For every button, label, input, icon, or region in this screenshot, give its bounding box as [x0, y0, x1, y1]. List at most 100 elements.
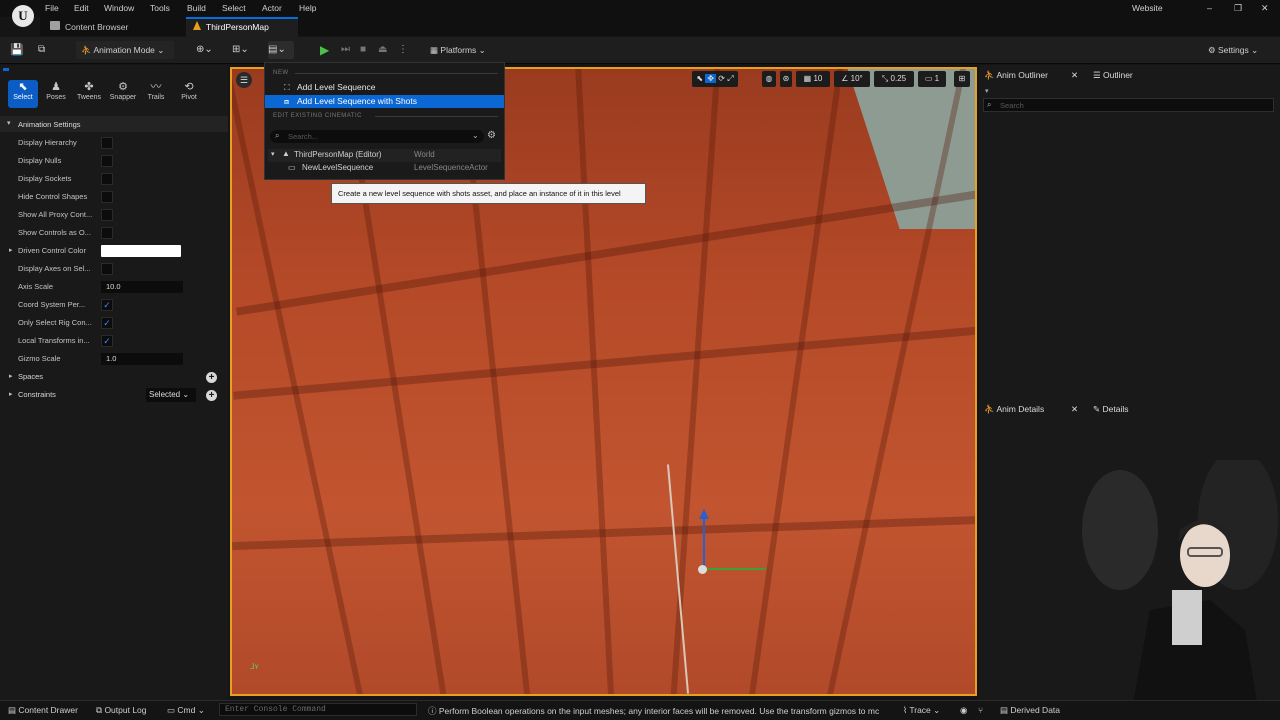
- scale-snap[interactable]: ⤡ 0.25: [874, 71, 914, 87]
- gizmo-scale-input[interactable]: 1.0: [101, 353, 183, 365]
- container-rib: [747, 69, 843, 694]
- outliner-search-input[interactable]: ⌕ Search: [983, 98, 1274, 112]
- setting-show-all-proxy: Show All Proxy Cont...: [0, 206, 228, 224]
- camera-speed[interactable]: ▭ 1: [918, 71, 946, 87]
- tool-label: Poses: [46, 94, 66, 101]
- menu-select[interactable]: Select: [222, 3, 246, 13]
- tab-outliner[interactable]: ☰ Outliner: [1093, 66, 1133, 85]
- angle-snap[interactable]: ∠ 10°: [834, 71, 870, 87]
- tool-poses[interactable]: ♟ Poses: [41, 80, 71, 108]
- tree-row-world[interactable]: ▾ ▲ ThirdPersonMap (Editor) World: [268, 149, 501, 162]
- browse-icon[interactable]: ⧉: [38, 41, 52, 59]
- world-icon[interactable]: ◍: [762, 71, 776, 87]
- add-level-sequence-item[interactable]: ⛶ Add Level Sequence: [265, 81, 504, 94]
- maximize-button[interactable]: ❐: [1234, 3, 1242, 14]
- checkbox[interactable]: [101, 263, 113, 275]
- eject-icon[interactable]: ⏏: [378, 41, 392, 59]
- platforms-button[interactable]: ▦ Platforms ⌄: [430, 41, 500, 59]
- setting-only-select-rig: Only Select Rig Con... ✓: [0, 314, 228, 332]
- cmd-button[interactable]: ▭ Cmd ⌄: [167, 705, 205, 716]
- trace-button[interactable]: ⌇ Trace ⌄: [903, 705, 940, 716]
- checkbox[interactable]: [101, 155, 113, 167]
- add-actor-icon[interactable]: ⊕⌄: [196, 41, 216, 59]
- checkbox[interactable]: [101, 173, 113, 185]
- add-space-icon[interactable]: +: [206, 372, 217, 383]
- play-icon[interactable]: ▶: [320, 41, 334, 59]
- cinematic-search-input[interactable]: ⌕ Search... ⌄: [270, 130, 484, 143]
- step-icon[interactable]: ⏭: [341, 41, 355, 59]
- tool-trails[interactable]: 〰 Trails: [141, 80, 171, 108]
- axis-scale-input[interactable]: 10.0: [101, 281, 183, 293]
- animation-settings-header[interactable]: ▾ Animation Settings: [0, 116, 228, 132]
- tool-snapper[interactable]: ⚙ Snapper: [108, 80, 138, 108]
- tool-select[interactable]: ⬉ Select: [8, 80, 38, 108]
- select-mode-icon[interactable]: ⬉: [696, 74, 703, 83]
- gear-icon[interactable]: ⚙: [487, 130, 496, 141]
- setting-display-axes: Display Axes on Sel...: [0, 260, 228, 278]
- blueprint-icon[interactable]: ⊞⌄: [232, 41, 254, 59]
- setting-label: Axis Scale: [18, 282, 54, 291]
- tab-anim-details[interactable]: ⛹ Anim Details: [984, 400, 1044, 419]
- more-icon[interactable]: ⋮: [398, 41, 408, 59]
- mode-selector[interactable]: ⛹ Animation Mode ⌄: [76, 41, 174, 59]
- checkbox[interactable]: [101, 137, 113, 149]
- gizmo-center[interactable]: [698, 565, 707, 574]
- checkbox[interactable]: ✓: [101, 299, 113, 311]
- tree-row-sequence[interactable]: ▭ NewLevelSequence LevelSequenceActor: [268, 162, 501, 175]
- tool-pivot[interactable]: ⟲ Pivot: [174, 80, 204, 108]
- derived-data-button[interactable]: ▤ Derived Data: [1000, 705, 1062, 716]
- tab-anim-outliner[interactable]: ⛹ Anim Outliner: [984, 66, 1048, 85]
- menu-edit[interactable]: Edit: [74, 3, 89, 13]
- stop-icon[interactable]: ■: [360, 41, 374, 59]
- console-input[interactable]: Enter Console Command: [219, 703, 417, 716]
- constraints-dropdown[interactable]: Selected ⌄: [146, 388, 196, 402]
- move-icon[interactable]: ✥: [705, 74, 717, 83]
- color-swatch[interactable]: [101, 245, 181, 257]
- minimize-button[interactable]: –: [1207, 3, 1212, 13]
- revision-icon[interactable]: ⑂: [978, 705, 983, 715]
- menu-actor[interactable]: Actor: [262, 3, 282, 13]
- content-drawer-button[interactable]: ▤ Content Drawer: [8, 705, 78, 716]
- add-constraint-icon[interactable]: +: [206, 390, 217, 401]
- chevron-down-icon: ⌄: [195, 705, 205, 715]
- checkbox[interactable]: [101, 191, 113, 203]
- tab-details[interactable]: ✎ Details: [1093, 400, 1128, 419]
- sequence-icon: ⛶: [284, 83, 290, 92]
- record-icon[interactable]: ◉: [960, 705, 967, 716]
- menu-file[interactable]: File: [45, 3, 59, 13]
- add-level-sequence-shots-item[interactable]: ⧈ Add Level Sequence with Shots: [265, 95, 504, 108]
- menu-build[interactable]: Build: [187, 3, 206, 13]
- close-window-button[interactable]: ✕: [1261, 3, 1269, 14]
- chevron-down-icon[interactable]: ▾: [985, 87, 989, 95]
- menu-help[interactable]: Help: [299, 3, 316, 13]
- grid-snap[interactable]: ▦ 10: [796, 71, 830, 87]
- surface-snap-icon[interactable]: ⊛: [780, 71, 792, 87]
- scale-icon[interactable]: ⤢: [727, 74, 733, 83]
- section-title: Spaces: [18, 372, 44, 381]
- vtuber-avatar: [1082, 460, 1278, 720]
- tab-content-browser[interactable]: Content Browser: [65, 22, 128, 32]
- viewport-menu-icon[interactable]: ☰: [236, 72, 252, 88]
- website-link[interactable]: Website: [1132, 3, 1163, 13]
- checkbox[interactable]: [101, 209, 113, 221]
- output-log-button[interactable]: ⧉ Output Log: [96, 705, 147, 716]
- settings-button[interactable]: ⚙ Settings ⌄: [1208, 41, 1274, 59]
- menu-window[interactable]: Window: [104, 3, 134, 13]
- constraints-section[interactable]: ▸ Constraints Selected ⌄ +: [0, 386, 228, 404]
- menu-tools[interactable]: Tools: [150, 3, 170, 13]
- close-tab-button[interactable]: ✕: [1071, 400, 1078, 419]
- checkbox[interactable]: ✓: [101, 335, 113, 347]
- transform-tools: ⬉ ✥ ⟳ ⤢: [692, 71, 738, 87]
- checkbox[interactable]: ✓: [101, 317, 113, 329]
- save-icon[interactable]: 💾: [10, 41, 24, 59]
- close-tab-button[interactable]: ✕: [1071, 66, 1078, 85]
- cinematics-icon[interactable]: ▤⌄: [268, 41, 294, 59]
- rotate-icon[interactable]: ⟳: [718, 74, 725, 83]
- divider: [295, 73, 498, 74]
- unreal-logo[interactable]: U: [12, 5, 34, 27]
- spaces-section[interactable]: ▸ Spaces +: [0, 368, 228, 386]
- layout-icon[interactable]: ⊞: [954, 71, 970, 87]
- checkbox[interactable]: [101, 227, 113, 239]
- chevron-down-icon[interactable]: ⌄: [472, 131, 479, 140]
- tool-tweens[interactable]: ✤ Tweens: [74, 80, 104, 108]
